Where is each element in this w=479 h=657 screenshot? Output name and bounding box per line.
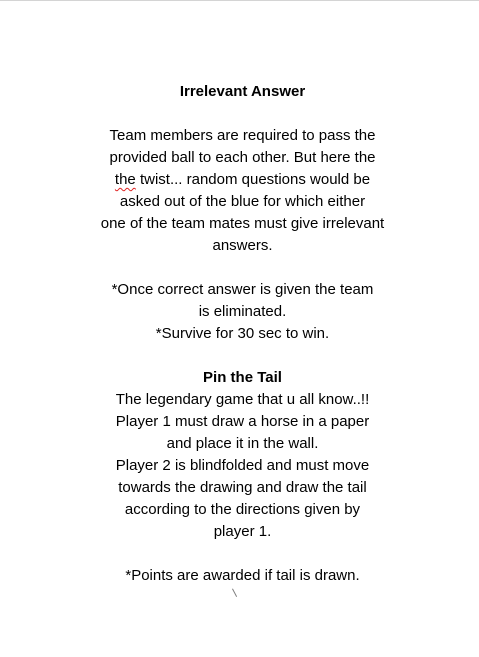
body-line: according to the directions given by (124, 501, 361, 518)
rule-line: *Once correct answer is given the team (111, 281, 374, 298)
stray-pen-mark (232, 588, 238, 597)
body-line: player 1. (213, 523, 272, 540)
rule-line: *Survive for 30 sec to win. (155, 325, 330, 342)
document-body: Irrelevant Answer Team members are requi… (60, 81, 425, 587)
body-line: towards the drawing and draw the tail (118, 479, 367, 496)
rule-line: *Points are awarded if tail is drawn. (125, 567, 360, 584)
body-line: Player 1 must draw a horse in a paper (115, 413, 370, 430)
spellcheck-flagged-word[interactable]: the (115, 171, 136, 188)
rule-line: is eliminated. (198, 303, 287, 320)
section-title: Irrelevant Answer (179, 83, 306, 100)
body-line: provided ball to each other. But here th… (109, 149, 376, 166)
body-line: the twist... random questions would be (60, 169, 425, 191)
body-line: Team members are required to pass the (109, 127, 376, 144)
body-line: and place it in the wall. (166, 435, 319, 452)
body-line: Player 2 is blindfolded and must move (115, 457, 370, 474)
body-line: The legendary game that u all know..!! (115, 391, 370, 408)
body-line-text: twist... random questions would be (139, 171, 371, 188)
section-title: Pin the Tail (203, 369, 282, 386)
document-page: Irrelevant Answer Team members are requi… (0, 0, 479, 657)
body-line: answers. (212, 237, 273, 254)
body-line: asked out of the blue for which either (119, 193, 366, 210)
section-pin-the-tail: Pin the Tail The legendary game that u a… (60, 367, 425, 587)
section-irrelevant-answer: Irrelevant Answer Team members are requi… (60, 81, 425, 345)
body-line: one of the team mates must give irreleva… (100, 215, 385, 232)
